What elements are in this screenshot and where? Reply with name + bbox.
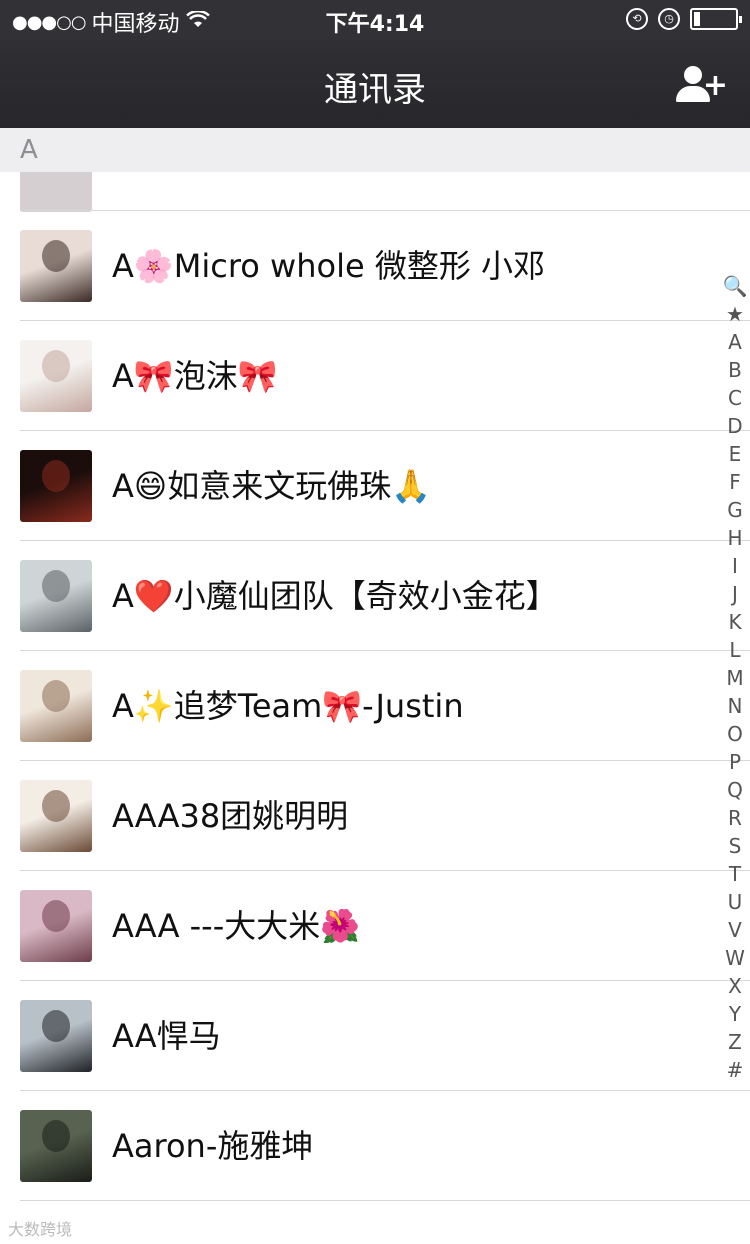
list-item[interactable]: A❤️小魔仙团队【奇效小金花】 — [0, 541, 750, 651]
index-letter[interactable]: B — [728, 356, 742, 384]
contact-name: A🌸Micro whole 微整形 小邓 — [112, 247, 545, 285]
avatar — [20, 1000, 92, 1072]
avatar — [20, 450, 92, 522]
avatar — [20, 1110, 92, 1182]
avatar — [20, 670, 92, 742]
index-letter[interactable]: W — [725, 944, 745, 972]
index-letter[interactable]: L — [729, 636, 740, 664]
index-letter[interactable]: E — [729, 440, 742, 468]
avatar — [20, 172, 92, 212]
list-item[interactable]: A😄如意来文玩佛珠🙏 — [0, 431, 750, 541]
alarm-icon: ◷ — [658, 8, 680, 30]
index-letter[interactable]: Z — [728, 1028, 742, 1056]
section-header-a: A — [0, 128, 750, 172]
index-letter[interactable]: K — [728, 608, 741, 636]
list-item[interactable]: AAA ---大大米🌺 — [0, 871, 750, 981]
index-letter[interactable]: Q — [727, 776, 743, 804]
contact-name: Aaron-施雅坤 — [112, 1127, 314, 1165]
partial-list-item[interactable] — [0, 172, 750, 212]
contact-list[interactable]: A🌸Micro whole 微整形 小邓 A🎀泡沫🎀 A😄如意来文玩佛珠🙏 A❤️小魔… — [0, 172, 750, 1244]
add-contact-button[interactable]: + — [676, 66, 728, 106]
index-search-icon[interactable]: 🔍 — [723, 272, 748, 300]
person-icon — [684, 66, 702, 84]
list-item[interactable]: A✨追梦Team🎀-Justin — [0, 651, 750, 761]
plus-icon: + — [702, 68, 728, 103]
avatar — [20, 230, 92, 302]
alphabet-index-bar[interactable]: 🔍 ★ A B C D E F G H I J K L M N O P Q R S T U V W X Y Z # — [720, 272, 750, 1084]
avatar — [20, 560, 92, 632]
contact-name: A❤️小魔仙团队【奇效小金花】 — [112, 577, 558, 615]
index-letter[interactable]: X — [728, 972, 742, 1000]
status-bar: ●●●○○ 中国移动 下午4:14 ⟲ ◷ — [0, 0, 750, 40]
index-letter[interactable]: # — [727, 1056, 744, 1084]
avatar — [20, 780, 92, 852]
navigation-bar: 通讯录 + — [0, 40, 750, 128]
index-letter[interactable]: M — [726, 664, 743, 692]
contact-name: A🎀泡沫🎀 — [112, 357, 278, 395]
index-letter[interactable]: R — [728, 804, 742, 832]
index-letter[interactable]: J — [732, 580, 738, 608]
avatar — [20, 890, 92, 962]
index-letter[interactable]: ★ — [726, 300, 744, 328]
contact-name: AAA ---大大米🌺 — [112, 907, 361, 945]
list-item[interactable]: AAA38团姚明明 — [0, 761, 750, 871]
index-letter[interactable]: A — [728, 328, 742, 356]
contact-name: A😄如意来文玩佛珠🙏 — [112, 467, 432, 505]
index-letter[interactable]: F — [729, 468, 741, 496]
index-letter[interactable]: H — [727, 524, 742, 552]
index-letter[interactable]: D — [727, 412, 742, 440]
battery-icon — [690, 8, 742, 30]
index-letter[interactable]: P — [729, 748, 741, 776]
index-letter[interactable]: G — [727, 496, 743, 524]
index-letter[interactable]: C — [728, 384, 742, 412]
list-item[interactable]: A🌸Micro whole 微整形 小邓 — [0, 211, 750, 321]
index-letter[interactable]: T — [729, 860, 741, 888]
index-letter[interactable]: O — [727, 720, 743, 748]
contact-name: AA悍马 — [112, 1017, 221, 1055]
contact-name: AAA38团姚明明 — [112, 797, 349, 835]
index-letter[interactable]: V — [728, 916, 742, 944]
watermark: 大数跨境 — [8, 1220, 73, 1239]
index-letter[interactable]: U — [728, 888, 743, 916]
rotation-lock-icon: ⟲ — [626, 8, 648, 30]
index-letter[interactable]: N — [728, 692, 743, 720]
index-letter[interactable]: I — [732, 552, 738, 580]
avatar — [20, 340, 92, 412]
index-letter[interactable]: S — [729, 832, 742, 860]
contact-name: A✨追梦Team🎀-Justin — [112, 687, 464, 725]
list-item[interactable]: A🎀泡沫🎀 — [0, 321, 750, 431]
index-letter[interactable]: Y — [729, 1000, 741, 1028]
page-title: 通讯录 — [324, 70, 426, 110]
divider — [20, 1200, 750, 1201]
status-right: ⟲ ◷ — [626, 8, 742, 30]
list-item[interactable]: AA悍马 — [0, 981, 750, 1091]
list-item[interactable]: Aaron-施雅坤 — [0, 1091, 750, 1201]
